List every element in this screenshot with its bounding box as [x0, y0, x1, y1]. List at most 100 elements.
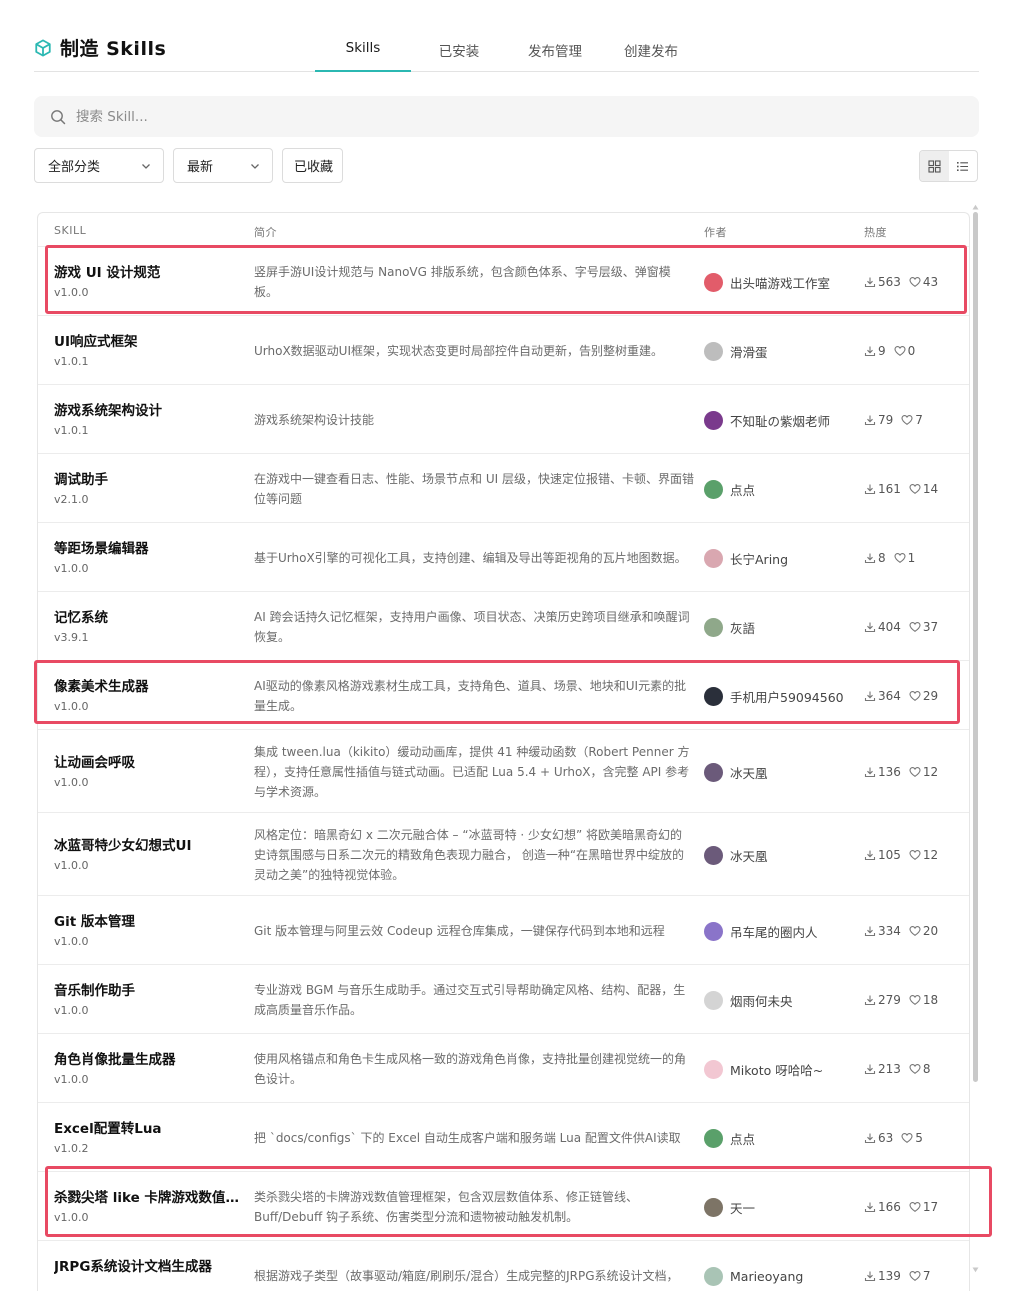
author[interactable]: 出头喵游戏工作室: [704, 273, 830, 292]
skill-name[interactable]: 记忆系统: [54, 606, 240, 626]
list-view-button[interactable]: [949, 151, 978, 181]
author[interactable]: 滑滑蛋: [704, 342, 768, 361]
favorites-button[interactable]: 已收藏: [282, 148, 343, 183]
author[interactable]: 烟雨何未央: [704, 991, 793, 1010]
sort-dropdown-label: 最新: [187, 160, 214, 175]
table-row[interactable]: 让动画会呼吸 v1.0.0 集成 tween.lua（kikito）缓动动画库，提供…: [38, 729, 969, 812]
likes[interactable]: 7: [909, 1269, 931, 1283]
likes[interactable]: 0: [894, 344, 915, 358]
skill-name[interactable]: 等距场景编辑器: [54, 537, 240, 557]
like-count: 7: [922, 1269, 931, 1283]
author[interactable]: 灰語: [704, 618, 755, 637]
author[interactable]: 吊车尾的圈内人: [704, 922, 818, 941]
like-count: 5: [915, 1131, 923, 1145]
skill-name[interactable]: 杀戮尖塔 like 卡牌游戏数值管理框架: [54, 1186, 240, 1206]
likes[interactable]: 12: [909, 848, 938, 862]
author[interactable]: 冰天凰: [704, 763, 768, 782]
skill-name[interactable]: 游戏 UI 设计规范: [54, 261, 240, 281]
sort-dropdown[interactable]: 最新: [173, 148, 273, 183]
download-icon: [864, 622, 876, 633]
skill-description: 在游戏中一键查看日志、性能、场景节点和 UI 层级，快速定位报错、卡顿、界面错位…: [254, 472, 694, 506]
like-count: 12: [922, 765, 939, 779]
skill-name[interactable]: 调试助手: [54, 468, 240, 488]
likes[interactable]: 8: [909, 1062, 931, 1076]
scroll-up-arrow[interactable]: [972, 204, 979, 210]
likes[interactable]: 37: [909, 620, 938, 634]
table-row[interactable]: 像素美术生成器 v1.0.0 AI驱动的像素风格游戏素材生成工具，支持角色、道具、场…: [38, 660, 969, 729]
author[interactable]: Mikoto 呀哈哈~: [704, 1060, 823, 1079]
author[interactable]: 点点: [704, 480, 755, 499]
skill-version: v1.0.2: [54, 1142, 89, 1155]
scrollbar-thumb[interactable]: [973, 212, 978, 1082]
table-row[interactable]: 游戏 UI 设计规范 v1.0.0 竖屏手游UI设计规范与 NanoVG 排版系统，…: [38, 246, 969, 315]
skill-name[interactable]: 让动画会呼吸: [54, 751, 240, 771]
likes[interactable]: 29: [909, 689, 938, 703]
search-input[interactable]: [76, 108, 876, 125]
table-row[interactable]: 调试助手 v2.1.0 在游戏中一键查看日志、性能、场景节点和 UI 层级，快速定位…: [38, 453, 969, 522]
table-row[interactable]: 游戏系统架构设计 v1.0.1 游戏系统架构设计技能 不知耻の紫烟老师 79 7: [38, 384, 969, 453]
likes[interactable]: 18: [909, 993, 938, 1007]
table-row[interactable]: JRPG系统设计文档生成器 根据游戏子类型（故事驱动/箱庭/刷刷乐/混合）生成完整…: [38, 1240, 969, 1291]
author[interactable]: 长宁Aring: [704, 549, 788, 568]
like-count: 12: [922, 848, 939, 862]
avatar: [704, 1129, 723, 1148]
popularity-stats: 105 12: [864, 848, 938, 862]
table-row[interactable]: 冰蓝哥特少女幻想式UI v1.0.0 风格定位：暗黑奇幻 x 二次元融合体 – “冰…: [38, 812, 969, 895]
grid-view-button[interactable]: [920, 151, 949, 181]
avatar: [704, 922, 723, 941]
table-row[interactable]: 等距场景编辑器 v1.0.0 基于UrhoX引擎的可视化工具，支持创建、编辑及导出等…: [38, 522, 969, 591]
tab-installed[interactable]: 已安装: [411, 30, 507, 72]
category-dropdown[interactable]: 全部分类: [34, 148, 164, 183]
tab-create-publish[interactable]: 创建发布: [603, 30, 699, 72]
likes[interactable]: 20: [909, 924, 938, 938]
skill-name[interactable]: 冰蓝哥特少女幻想式UI: [54, 834, 240, 854]
likes[interactable]: 5: [901, 1131, 923, 1145]
skill-version: v1.0.0: [54, 1004, 89, 1017]
skill-name[interactable]: 游戏系统架构设计: [54, 399, 240, 419]
skill-name[interactable]: Git 版本管理: [54, 910, 240, 930]
skill-name[interactable]: JRPG系统设计文档生成器: [54, 1255, 240, 1275]
author[interactable]: 天一: [704, 1198, 755, 1217]
likes[interactable]: 1: [894, 551, 915, 565]
table-row[interactable]: Git 版本管理 v1.0.0 Git 版本管理与阿里云效 Codeup 远程仓库集…: [38, 895, 969, 964]
skill-version: v2.1.0: [54, 493, 89, 506]
likes[interactable]: 14: [909, 482, 938, 496]
skill-name[interactable]: Excel配置转Lua: [54, 1117, 240, 1137]
skill-name[interactable]: 角色肖像批量生成器: [54, 1048, 240, 1068]
popularity-stats: 139 7: [864, 1269, 931, 1283]
table-row[interactable]: Excel配置转Lua v1.0.2 把 `docs/configs` 下的 Exc…: [38, 1102, 969, 1171]
heart-icon: [909, 1064, 921, 1074]
likes[interactable]: 7: [901, 413, 923, 427]
table-row[interactable]: 音乐制作助手 v1.0.0 专业游戏 BGM 与音乐生成助手。通过交互式引导帮助确定…: [38, 964, 969, 1033]
table-row[interactable]: 杀戮尖塔 like 卡牌游戏数值管理框架 v1.0.0 类杀戮尖塔的卡牌游戏数值管理…: [38, 1171, 969, 1240]
skill-name[interactable]: UI响应式框架: [54, 330, 240, 350]
author-name: 烟雨何未央: [730, 994, 793, 1009]
skill-description: 游戏系统架构设计技能: [254, 413, 375, 427]
popularity-stats: 404 37: [864, 620, 938, 634]
table-row[interactable]: UI响应式框架 v1.0.1 UrhoX数据驱动UI框架，实现状态变更时局部控件自动…: [38, 315, 969, 384]
author[interactable]: 不知耻の紫烟老师: [704, 411, 830, 430]
table-row[interactable]: 角色肖像批量生成器 v1.0.0 使用风格锚点和角色卡生成风格一致的游戏角色肖像，支…: [38, 1033, 969, 1102]
scroll-down-arrow[interactable]: [972, 1267, 979, 1273]
search-bar: [34, 96, 979, 137]
author-name: 灰語: [730, 621, 756, 636]
tab-skills[interactable]: Skills: [315, 30, 411, 72]
page-title: 制造 Skills: [60, 38, 167, 60]
skill-name[interactable]: 像素美术生成器: [54, 675, 240, 695]
author[interactable]: 手机用户59094560: [704, 687, 844, 706]
author[interactable]: 冰天凰: [704, 846, 768, 865]
tab-publish-management[interactable]: 发布管理: [507, 30, 603, 72]
download-count: 161: [878, 482, 901, 496]
likes[interactable]: 12: [909, 765, 938, 779]
popularity-stats: 213 8: [864, 1062, 931, 1076]
table-row[interactable]: 记忆系统 v3.9.1 AI 跨会话持久记忆框架，支持用户画像、项目状态、决策历史跨…: [38, 591, 969, 660]
download-count: 334: [878, 924, 901, 938]
likes[interactable]: 43: [909, 275, 938, 289]
author[interactable]: Marieoyang: [704, 1267, 803, 1286]
skill-name[interactable]: 音乐制作助手: [54, 979, 240, 999]
like-count: 17: [922, 1200, 939, 1214]
author[interactable]: 点点: [704, 1129, 755, 1148]
avatar: [704, 687, 723, 706]
avatar: [704, 1198, 723, 1217]
likes[interactable]: 17: [909, 1200, 938, 1214]
